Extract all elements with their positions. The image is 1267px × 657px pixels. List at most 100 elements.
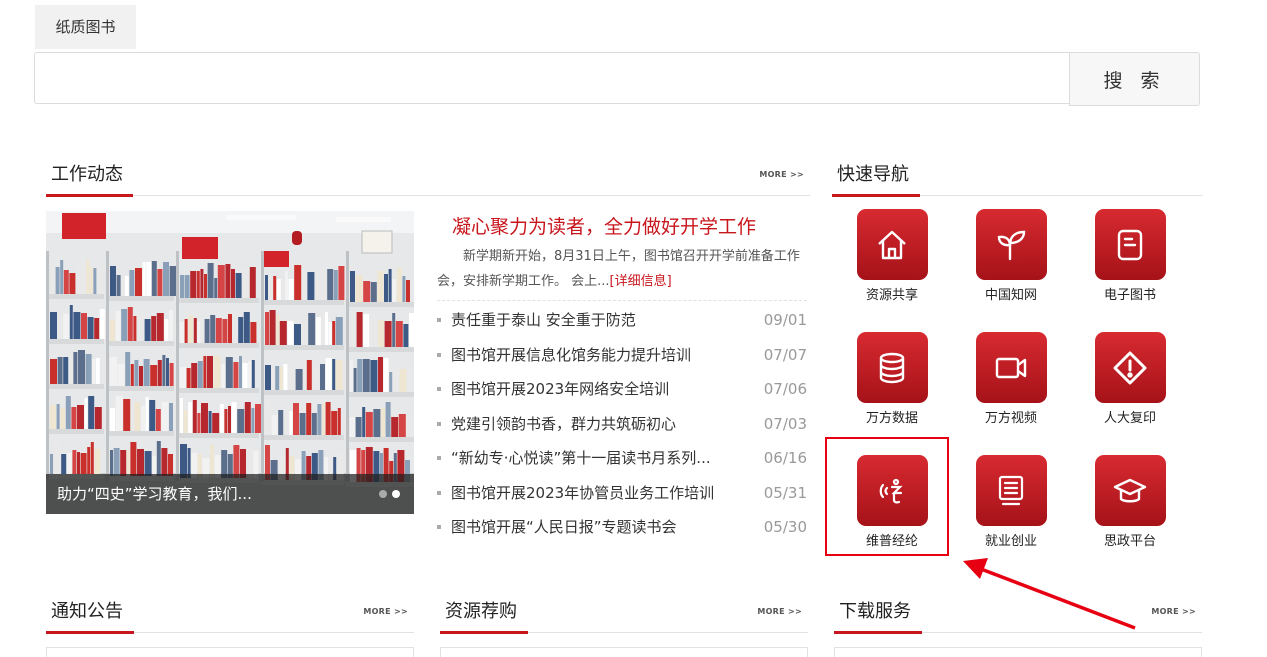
book [221, 364, 226, 388]
quick-nav-wanfang-data[interactable]: 万方数据 [837, 332, 947, 426]
book [271, 415, 278, 435]
downloads-title: 下载服务 [839, 601, 911, 622]
book [115, 396, 123, 431]
news-item[interactable]: 图书馆开展2023年协管员业务工作培训 05/31 [437, 480, 807, 515]
shelf-board [106, 341, 174, 346]
book [396, 268, 402, 302]
book [121, 275, 125, 296]
quick-nav-cnki[interactable]: 中国知网 [956, 209, 1066, 303]
book [134, 360, 139, 386]
shelf-post [346, 251, 349, 481]
section-underline [832, 194, 920, 197]
book [200, 269, 204, 298]
downloads-more-link[interactable]: MORE >> [1151, 607, 1196, 616]
news-photo-carousel[interactable]: 助力“四史”学习教育，我们... [46, 211, 414, 514]
book [92, 359, 96, 384]
quick-nav-employment[interactable]: 就业创业 [956, 455, 1066, 549]
news-item[interactable]: 党建引领韵书香，群力共筑砺初心 07/03 [437, 411, 807, 446]
book [332, 321, 336, 345]
news-item[interactable]: 图书馆开展“人民日报”专题读书会 05/30 [437, 514, 807, 549]
detail-link[interactable]: [详细信息] [610, 274, 672, 289]
book [60, 408, 66, 429]
book [80, 453, 87, 474]
book [72, 450, 77, 474]
book [56, 404, 60, 429]
book [99, 309, 105, 339]
shelf-board [176, 298, 259, 303]
quick-nav-ebooks[interactable]: 电子图书 [1075, 209, 1185, 303]
book [85, 354, 92, 384]
book [219, 404, 224, 433]
book [322, 403, 325, 435]
book [271, 369, 275, 390]
news-title: “新幼专·心悦读”第十一届读书月系列... [451, 449, 711, 467]
book [237, 409, 245, 433]
video-camera-icon [975, 332, 1047, 403]
book [407, 369, 410, 392]
carousel-dot-1[interactable] [379, 490, 387, 498]
book [180, 275, 184, 298]
book [228, 314, 232, 343]
book [144, 319, 151, 341]
book [363, 281, 371, 302]
book [315, 317, 321, 345]
news-item[interactable]: 图书馆开展信息化馆务能力提升培训 07/07 [437, 342, 807, 377]
book [214, 278, 218, 298]
section-underline [46, 194, 133, 197]
work-news-header: 工作动态 MORE >> [46, 160, 810, 197]
notices-more-link[interactable]: MORE >> [363, 607, 408, 616]
search-input[interactable] [34, 52, 1069, 104]
news-item[interactable]: 责任重于泰山 安全重于防范 09/01 [437, 307, 807, 342]
resources-more-link[interactable]: MORE >> [757, 607, 802, 616]
book [288, 279, 294, 300]
bullet [437, 387, 441, 391]
book [197, 361, 203, 388]
search-button[interactable]: 搜 索 [1069, 52, 1200, 106]
book [398, 414, 406, 437]
book [77, 405, 84, 429]
book [388, 269, 392, 302]
section-underline [834, 631, 922, 634]
monitor-icon [975, 455, 1047, 526]
book [50, 359, 57, 384]
annotation-highlight-box [825, 437, 949, 556]
book [244, 402, 251, 433]
book [232, 310, 238, 343]
search-tab-paper-books[interactable]: 纸质图书 [35, 5, 136, 49]
news-item[interactable]: 图书馆开展2023年网络安全培训 07/06 [437, 376, 807, 411]
book [93, 268, 97, 294]
quick-nav-renda-reprint[interactable]: 人大复印 [1075, 332, 1185, 426]
book [196, 271, 200, 298]
book [63, 314, 70, 339]
book [166, 358, 169, 386]
book [125, 352, 131, 386]
carousel-dot-2[interactable] [392, 490, 400, 498]
quick-nav-resource-sharing[interactable]: 资源共享 [837, 209, 947, 303]
book [169, 403, 173, 431]
news-item[interactable]: “新幼专·心悦读”第十一届读书月系列... 06/16 [437, 445, 807, 480]
shelf-board [46, 339, 104, 344]
book [151, 261, 157, 296]
book [157, 269, 163, 296]
book [333, 270, 338, 300]
book [363, 314, 370, 347]
book [168, 454, 173, 476]
book [278, 410, 284, 435]
book [228, 406, 231, 433]
quick-nav-wanfang-video[interactable]: 万方视频 [956, 332, 1066, 426]
news-headline[interactable]: 凝心聚力为读者，全力做好开学工作 [452, 212, 756, 239]
book [110, 357, 117, 386]
book [143, 359, 150, 386]
book [50, 405, 56, 429]
news-title: 图书馆开展2023年网络安全培训 [451, 380, 670, 398]
book [275, 366, 280, 390]
book [152, 456, 157, 476]
book [273, 276, 277, 300]
quick-nav-ideological-platform[interactable]: 思政平台 [1075, 455, 1185, 549]
book [163, 262, 169, 296]
shelf-post [176, 251, 179, 481]
book [378, 320, 384, 347]
work-news-more-link[interactable]: MORE >> [759, 170, 804, 179]
book [315, 279, 320, 300]
book [97, 270, 103, 294]
